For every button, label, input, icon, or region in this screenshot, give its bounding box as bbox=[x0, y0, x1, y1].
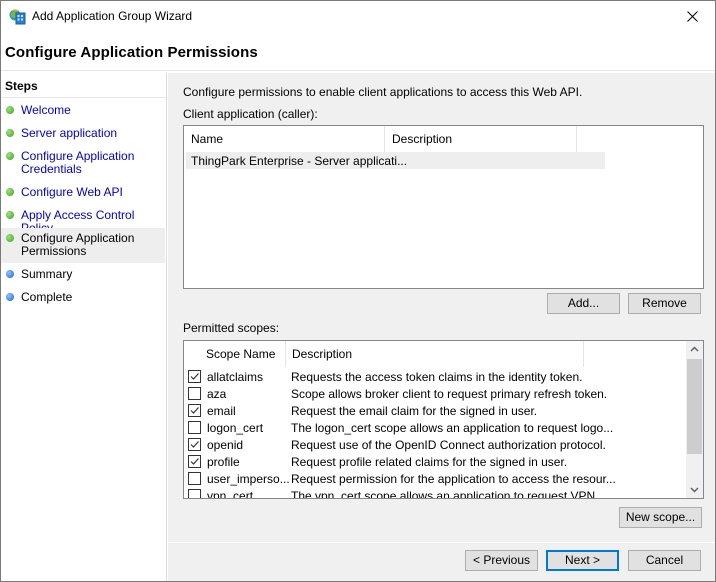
step-done-icon bbox=[6, 152, 14, 160]
scope-name: allatclaims bbox=[207, 370, 264, 384]
scope-name: aza bbox=[207, 387, 227, 401]
scope-name: vpn_cert bbox=[207, 489, 254, 499]
scope-checkbox[interactable] bbox=[188, 421, 201, 434]
scope-checkbox[interactable] bbox=[188, 489, 201, 498]
scope-name: profile bbox=[207, 455, 240, 469]
step-welcome[interactable]: Welcome bbox=[1, 102, 165, 119]
step-pending-icon bbox=[6, 270, 14, 278]
step-label: Complete bbox=[21, 290, 73, 304]
step-label[interactable]: Configure Web API bbox=[21, 186, 123, 199]
scope-description: Request permission for the application t… bbox=[291, 472, 616, 486]
footer-divider bbox=[168, 542, 715, 543]
wizard-window: Add Application Group Wizard Configure A… bbox=[0, 0, 716, 582]
window-title: Add Application Group Wizard bbox=[32, 9, 193, 23]
close-icon bbox=[686, 11, 698, 22]
scope-checkbox-checked[interactable] bbox=[188, 370, 201, 383]
step-done-icon bbox=[6, 106, 14, 114]
client-row[interactable]: ThingPark Enterprise - Server applicati.… bbox=[186, 152, 605, 169]
scope-description: Requests the access token claims in the … bbox=[291, 370, 583, 384]
step-configure-application-credentials[interactable]: Configure Application Credentials bbox=[1, 148, 165, 176]
scope-row[interactable]: aza Scope allows broker client to request… bbox=[184, 386, 684, 403]
step-configure-web-api[interactable]: Configure Web API bbox=[1, 184, 165, 201]
scope-name: openid bbox=[207, 438, 244, 452]
remove-button[interactable]: Remove bbox=[628, 293, 701, 314]
scope-description: Request profile related claims for the s… bbox=[291, 455, 568, 469]
scope-row[interactable]: profile Request profile related claims fo… bbox=[184, 454, 684, 471]
scope-checkbox[interactable] bbox=[188, 387, 201, 400]
scope-checkbox-checked[interactable] bbox=[188, 455, 201, 468]
scroll-up-button[interactable] bbox=[686, 341, 703, 358]
title-bar: Add Application Group Wizard bbox=[1, 1, 715, 32]
step-summary: Summary bbox=[1, 266, 165, 283]
cancel-button[interactable]: Cancel bbox=[628, 550, 701, 571]
permitted-scopes-label: Permitted scopes: bbox=[183, 321, 280, 335]
scope-checkbox-checked[interactable] bbox=[188, 404, 201, 417]
scope-row[interactable]: user_imperso... Request permission for th… bbox=[184, 471, 684, 488]
scroll-down-button[interactable] bbox=[686, 481, 703, 498]
column-header-description[interactable]: Description bbox=[286, 341, 584, 367]
page-title: Configure Application Permissions bbox=[5, 44, 258, 61]
scope-description: Scope allows broker client to request pr… bbox=[291, 387, 608, 401]
step-done-icon bbox=[6, 129, 14, 137]
add-button[interactable]: Add... bbox=[547, 293, 620, 314]
checkmark-icon bbox=[190, 441, 199, 448]
step-done-icon bbox=[6, 234, 14, 242]
steps-divider bbox=[1, 97, 166, 98]
scope-row[interactable]: vpn_cert The vpn_cert scope allows an app… bbox=[184, 488, 684, 499]
step-label[interactable]: Server application bbox=[21, 127, 117, 140]
scope-row[interactable]: email Request the email claim for the sig… bbox=[184, 403, 684, 420]
scope-checkbox[interactable] bbox=[188, 472, 201, 485]
chevron-down-icon bbox=[690, 487, 699, 493]
step-done-icon bbox=[6, 188, 14, 196]
steps-pane: Steps Welcome Server application Configu… bbox=[1, 73, 167, 581]
chevron-up-icon bbox=[690, 346, 699, 352]
step-label[interactable]: Configure Application Credentials bbox=[21, 150, 141, 176]
step-label: Summary bbox=[21, 267, 73, 281]
checkmark-icon bbox=[190, 373, 199, 380]
intro-text: Configure permissions to enable client a… bbox=[183, 85, 583, 99]
scope-description: Request use of the OpenID Connect author… bbox=[291, 438, 606, 452]
step-pending-icon bbox=[6, 293, 14, 301]
column-header-scope-name[interactable]: Scope Name bbox=[184, 341, 286, 367]
scope-row[interactable]: logon_cert The logon_cert scope allows an… bbox=[184, 420, 684, 437]
step-configure-application-permissions: Configure Application Permissions bbox=[1, 228, 165, 263]
scope-row[interactable]: openid Request use of the OpenID Connect … bbox=[184, 437, 684, 454]
app-group-wizard-icon bbox=[9, 8, 26, 25]
wizard-header: Configure Application Permissions bbox=[1, 32, 715, 71]
permitted-scopes-list[interactable]: Scope Name Description allatclaims Reques… bbox=[183, 340, 704, 499]
previous-button[interactable]: < Previous bbox=[465, 550, 538, 571]
step-apply-access-control-policy[interactable]: Apply Access Control Policy bbox=[1, 207, 165, 235]
step-complete: Complete bbox=[1, 289, 165, 306]
next-button[interactable]: Next > bbox=[546, 550, 619, 571]
scope-description: Request the email claim for the signed i… bbox=[291, 404, 538, 418]
checkmark-icon bbox=[190, 407, 199, 414]
client-application-list[interactable]: Name Description ThingPark Enterprise - … bbox=[183, 125, 704, 289]
column-header-description[interactable]: Description bbox=[385, 126, 577, 152]
close-button[interactable] bbox=[669, 1, 715, 32]
scope-description: The vpn_cert scope allows an application… bbox=[291, 489, 609, 499]
scrollbar-thumb[interactable] bbox=[687, 359, 702, 454]
scope-name: logon_cert bbox=[207, 421, 264, 435]
client-name: ThingPark Enterprise - Server applicati.… bbox=[191, 154, 408, 168]
step-done-icon bbox=[6, 211, 14, 219]
vertical-scrollbar[interactable] bbox=[686, 341, 703, 498]
step-label[interactable]: Welcome bbox=[21, 104, 71, 117]
client-application-label: Client application (caller): bbox=[183, 107, 318, 121]
scope-checkbox-checked[interactable] bbox=[188, 438, 201, 451]
step-server-application[interactable]: Server application bbox=[1, 125, 165, 142]
checkmark-icon bbox=[190, 458, 199, 465]
scope-name: email bbox=[207, 404, 236, 418]
step-label: Configure Application Permissions bbox=[21, 231, 135, 258]
column-header-name[interactable]: Name bbox=[184, 126, 385, 152]
steps-title: Steps bbox=[5, 79, 38, 93]
scope-description: The logon_cert scope allows an applicati… bbox=[291, 421, 614, 435]
scope-name: user_imperso... bbox=[207, 472, 290, 486]
main-pane: Configure permissions to enable client a… bbox=[168, 73, 715, 581]
new-scope-button[interactable]: New scope... bbox=[619, 507, 702, 528]
scope-row[interactable]: allatclaims Requests the access token cla… bbox=[184, 369, 684, 386]
